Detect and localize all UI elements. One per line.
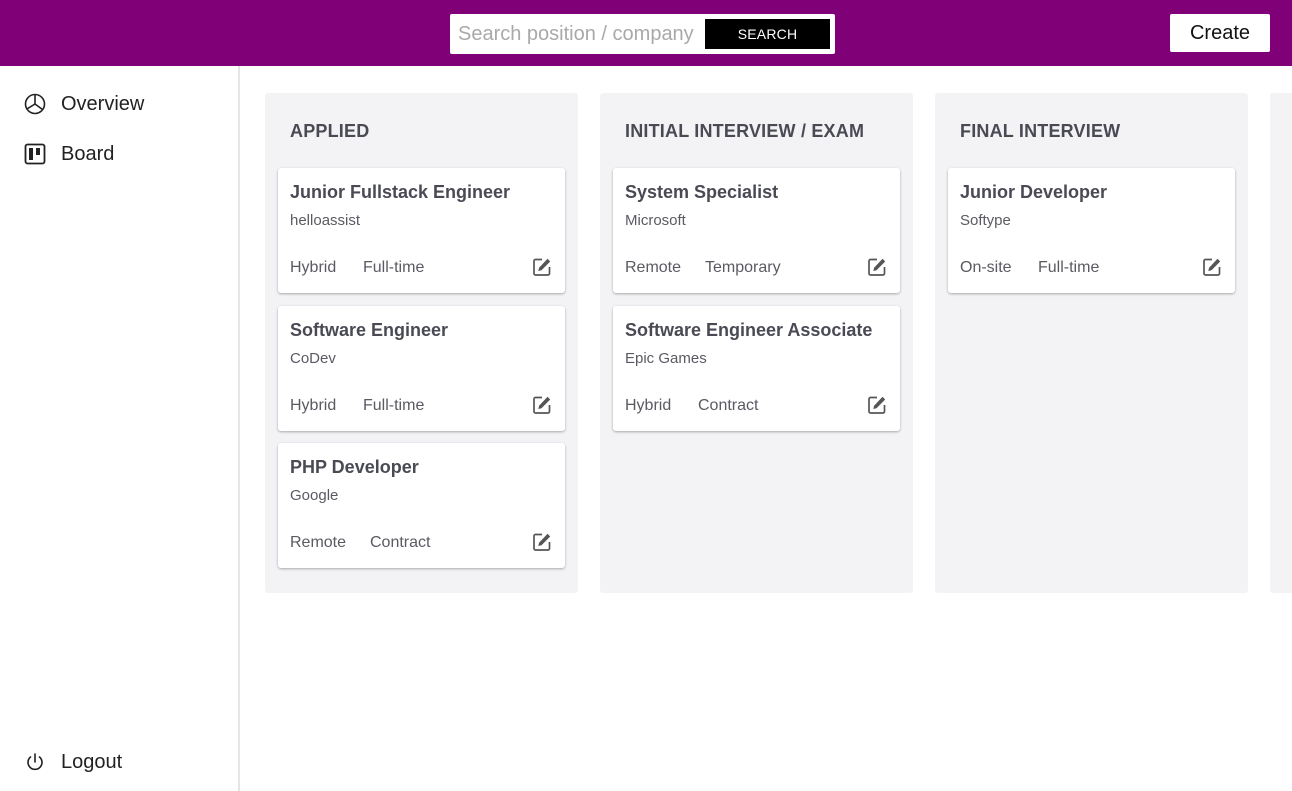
employment-type-tag: Contract [370,534,431,551]
work-setup-tag: Hybrid [290,259,337,276]
company-name: CoDev [290,350,336,367]
employment-type-tag: Full-time [363,259,425,276]
job-card[interactable]: Junior Fullstack Engineer helloassist Hy… [278,168,565,293]
employment-type-tag: Contract [698,397,759,414]
employment-type-tag: Full-time [1038,259,1100,276]
logout-button[interactable]: Logout [24,747,122,777]
work-setup-tag: Hybrid [290,397,337,414]
column-title: FINAL INTERVIEW [960,121,1121,141]
job-title: Software Engineer [290,320,449,340]
search-button[interactable]: SEARCH [705,19,830,49]
edit-icon[interactable] [1202,257,1222,277]
job-card[interactable]: System Specialist Microsoft Remote Tempo… [613,168,900,293]
sidebar-item-board[interactable]: Board [24,139,114,169]
column-applied: APPLIED Junior Fullstack Engineer helloa… [265,93,578,593]
company-name: helloassist [290,212,361,229]
search-input[interactable] [458,18,708,50]
job-title: PHP Developer [290,457,419,477]
edit-icon[interactable] [532,257,552,277]
edit-icon[interactable] [532,532,552,552]
column-title: INITIAL INTERVIEW / EXAM [625,121,865,141]
column-initial-interview: INITIAL INTERVIEW / EXAM System Speciali… [600,93,913,593]
job-title: Junior Fullstack Engineer [290,182,511,202]
logout-label: Logout [61,750,123,773]
kanban-board-icon [24,143,46,165]
edit-icon[interactable] [867,257,887,277]
employment-type-tag: Full-time [363,397,425,414]
column-final-interview: FINAL INTERVIEW Junior Developer Softype… [935,93,1248,593]
job-card[interactable]: Software Engineer Associate Epic Games H… [613,306,900,431]
edit-icon[interactable] [867,395,887,415]
company-name: Epic Games [625,350,707,367]
sidebar-item-label: Overview [61,92,145,115]
job-title: Software Engineer Associate [625,320,873,340]
work-setup-tag: On-site [960,259,1012,276]
job-card[interactable]: Software Engineer CoDev Hybrid Full-time [278,306,565,431]
create-button[interactable]: Create [1170,14,1270,52]
power-icon [24,751,46,773]
employment-type-tag: Temporary [705,259,781,276]
sidebar-item-overview[interactable]: Overview [24,89,144,119]
job-title: Junior Developer [960,182,1108,202]
column-title: APPLIED [290,121,370,141]
job-card[interactable]: Junior Developer Softype On-site Full-ti… [948,168,1235,293]
work-setup-tag: Remote [290,534,347,551]
work-setup-tag: Hybrid [625,397,672,414]
company-name: Softype [960,212,1011,229]
job-title: System Specialist [625,182,779,202]
sidebar-item-label: Board [61,142,115,165]
sidebar: Overview Board Logout [0,66,240,791]
work-setup-tag: Remote [625,259,682,276]
job-card[interactable]: PHP Developer Google Remote Contract [278,443,565,568]
column-next-partial [1270,93,1292,593]
edit-icon[interactable] [532,395,552,415]
pie-chart-icon [24,93,46,115]
company-name: Google [290,487,339,504]
company-name: Microsoft [625,212,686,229]
